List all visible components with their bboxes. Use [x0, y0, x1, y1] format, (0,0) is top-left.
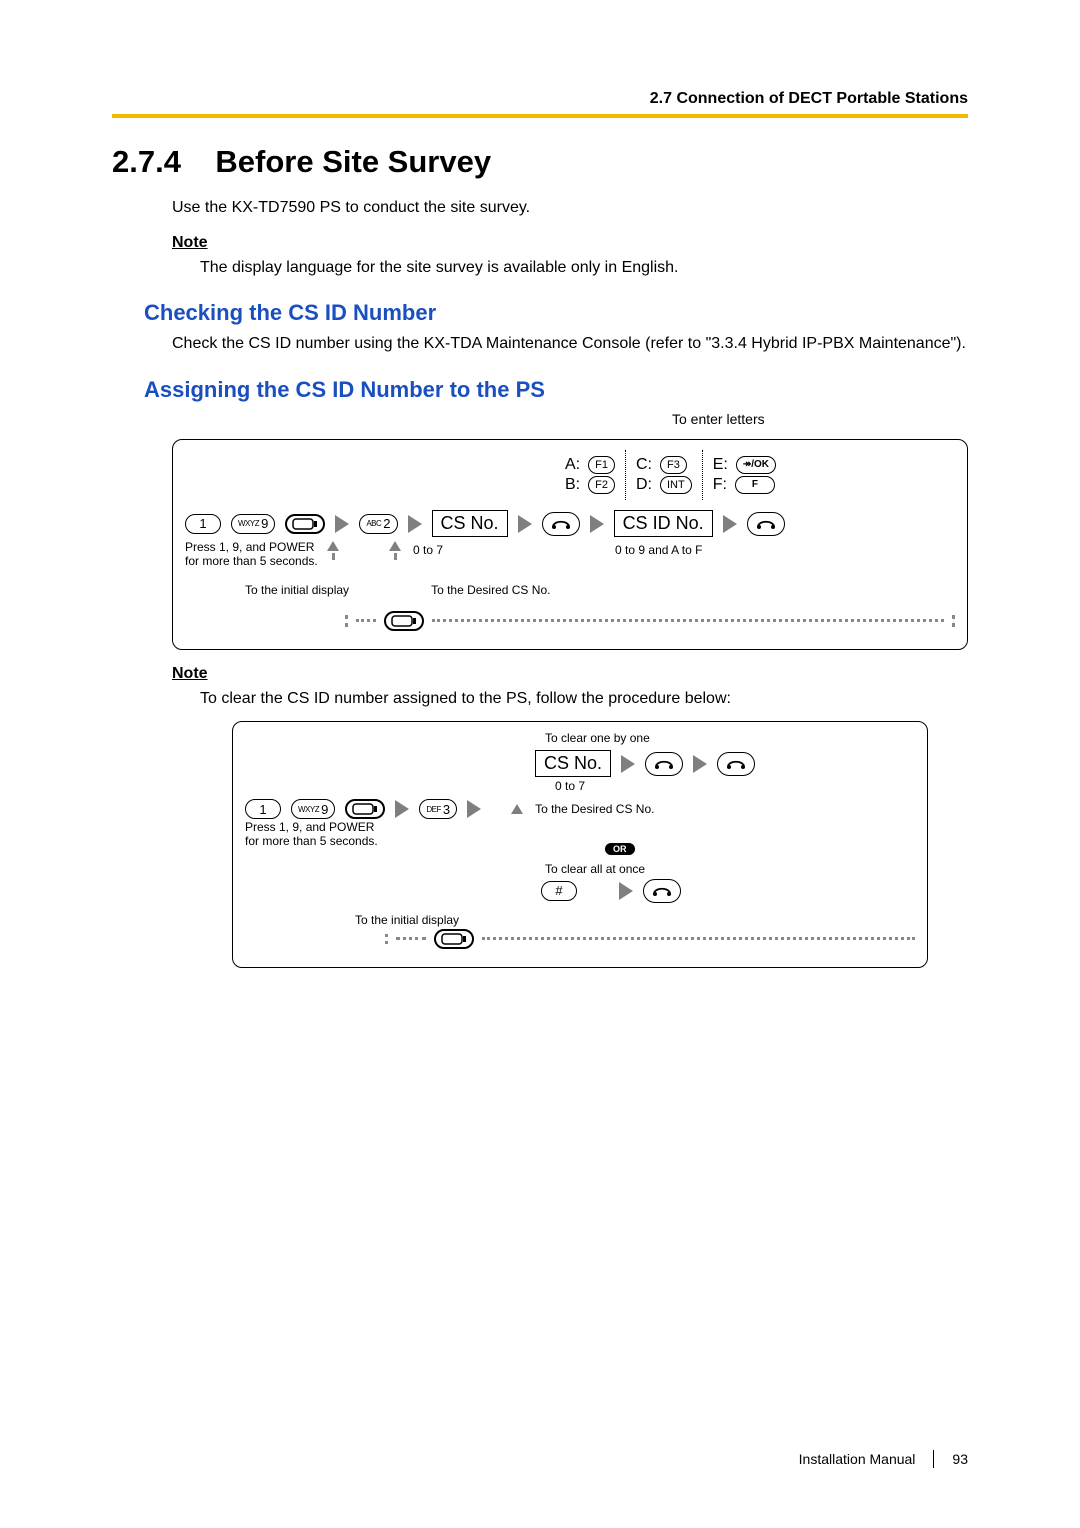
power-icon — [345, 799, 385, 819]
up-arrow-icon — [389, 541, 401, 551]
key-f3: F3 — [660, 456, 687, 474]
section-number: 2.7.4 — [112, 144, 181, 179]
range-0-9-af: 0 to 9 and A to F — [615, 543, 702, 557]
key-int: INT — [660, 476, 692, 494]
footer-page: 93 — [952, 1451, 968, 1467]
key-hash: # — [541, 881, 577, 901]
header-rule — [112, 114, 968, 118]
map-A: A: — [565, 456, 580, 474]
key-9: WXYZ9 — [291, 799, 335, 819]
arrow-icon — [518, 515, 532, 533]
arrow-icon — [693, 755, 707, 773]
power-icon — [285, 514, 325, 534]
note-label-2: Note — [172, 664, 968, 685]
clear-diagram: To clear one by one CS No. 0 to 7 1 WXYZ… — [232, 721, 928, 967]
clear-all-header: To clear all at once — [545, 863, 915, 877]
key-f2: F2 — [588, 476, 615, 494]
arrow-icon — [467, 800, 481, 818]
key-2: ABC2 — [359, 514, 397, 534]
key-9: WXYZ9 — [231, 514, 275, 534]
note-text-1: The display language for the site survey… — [172, 258, 968, 279]
power-icon — [434, 929, 474, 949]
subheading-assign-csid: Assigning the CS ID Number to the PS — [112, 377, 968, 403]
press-hint: Press 1, 9, and POWER for more than 5 se… — [185, 541, 318, 569]
power-icon — [384, 611, 424, 631]
arrow-icon — [723, 515, 737, 533]
map-D: D: — [636, 476, 652, 494]
csno-box: CS No. — [535, 750, 611, 777]
talk-icon — [542, 512, 580, 536]
key-ok: ↠/OK — [736, 456, 776, 474]
sub1-body: Check the CS ID number using the KX-TDA … — [112, 334, 968, 355]
note-label-1: Note — [172, 233, 968, 254]
assign-diagram: A: F1 B: F2 C: F3 D: INT E: ↠/OK F: F 1 WXYZ9 … — [172, 439, 968, 650]
section-heading: 2.7.4 Before Site Survey — [112, 144, 968, 180]
talk-icon — [645, 752, 683, 776]
up-arrow-icon — [327, 541, 339, 551]
clear-one-header: To clear one by one — [545, 732, 915, 746]
footer-divider — [933, 1450, 934, 1468]
note-text-2: To clear the CS ID number assigned to th… — [172, 689, 968, 710]
map-B: B: — [565, 476, 580, 494]
subheading-check-csid: Checking the CS ID Number — [112, 300, 968, 326]
section-intro: Use the KX-TD7590 PS to conduct the site… — [112, 198, 968, 219]
range-0-7-b: 0 to 7 — [555, 779, 915, 793]
to-desired: To the Desired CS No. — [431, 583, 550, 597]
page-footer: Installation Manual 93 — [799, 1450, 968, 1468]
key-f: F — [735, 476, 775, 494]
to-desired-b: To the Desired CS No. — [535, 802, 654, 816]
to-initial: To the initial display — [245, 583, 349, 597]
talk-icon — [717, 752, 755, 776]
csid-box: CS ID No. — [614, 510, 713, 537]
arrow-icon — [335, 515, 349, 533]
key-f1: F1 — [588, 456, 615, 474]
key-1: 1 — [245, 799, 281, 819]
to-initial-b: To the initial display — [355, 913, 459, 927]
map-F: F: — [713, 476, 727, 494]
arrow-icon — [395, 800, 409, 818]
arrow-icon — [590, 515, 604, 533]
arrow-icon — [621, 755, 635, 773]
header-breadcrumb: 2.7 Connection of DECT Portable Stations — [112, 90, 968, 108]
up-arrow-icon — [511, 804, 523, 814]
csno-box: CS No. — [432, 510, 508, 537]
talk-icon — [747, 512, 785, 536]
footer-manual: Installation Manual — [799, 1451, 916, 1467]
assign-flow: 1 WXYZ9 ABC2 CS No. CS ID No. — [185, 510, 955, 537]
range-0-7: 0 to 7 — [413, 543, 443, 557]
key-1: 1 — [185, 514, 221, 534]
arrow-icon — [619, 882, 633, 900]
section-title: Before Site Survey — [215, 144, 491, 179]
letters-header: To enter letters — [672, 411, 968, 427]
talk-icon — [643, 879, 681, 903]
map-C: C: — [636, 456, 652, 474]
key-3: DEF3 — [419, 799, 457, 819]
map-E: E: — [713, 456, 728, 474]
or-pill: OR — [605, 843, 635, 855]
arrow-icon — [408, 515, 422, 533]
